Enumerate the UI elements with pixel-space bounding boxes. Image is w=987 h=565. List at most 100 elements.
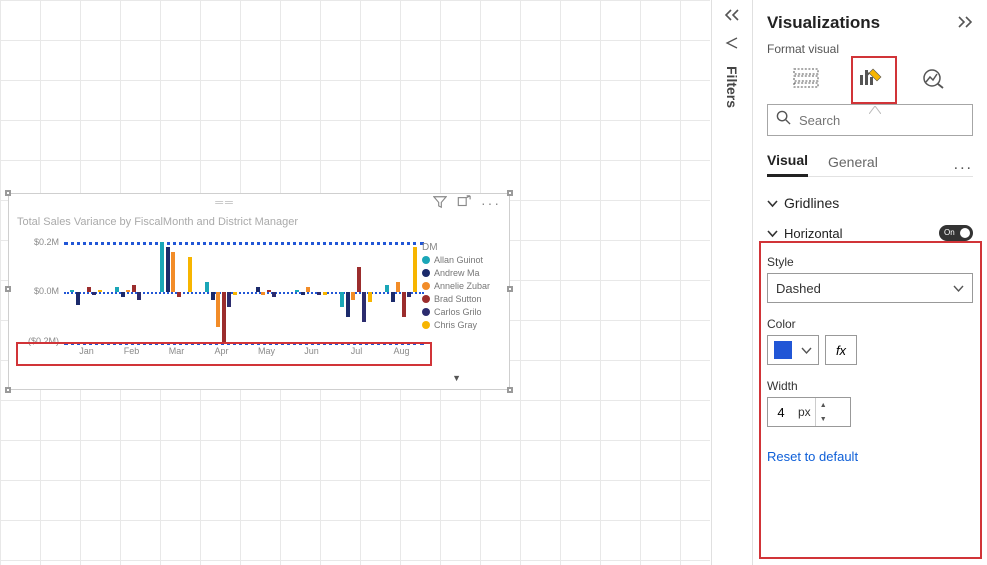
bar[interactable] <box>385 285 389 293</box>
legend-item[interactable]: Chris Gray <box>422 320 497 330</box>
filters-label[interactable]: Filters <box>724 66 740 108</box>
bar[interactable] <box>188 257 192 292</box>
legend-item[interactable]: Brad Sutton <box>422 294 497 304</box>
bar[interactable] <box>323 292 327 295</box>
bar[interactable] <box>267 290 271 293</box>
focus-mode-icon[interactable] <box>457 195 471 212</box>
bar[interactable] <box>76 292 80 305</box>
legend-swatch <box>422 269 430 277</box>
bar[interactable] <box>396 282 400 292</box>
y-tick-label: ($0.2M) <box>19 336 59 346</box>
tab-general[interactable]: General <box>828 154 878 176</box>
bar[interactable] <box>126 290 130 293</box>
bar[interactable] <box>306 287 310 292</box>
x-tick-label: Jun <box>289 346 334 356</box>
bar[interactable] <box>137 292 141 300</box>
bar[interactable] <box>368 292 372 302</box>
legend-item[interactable]: Allan Guinot <box>422 255 497 265</box>
x-tick-label: Apr <box>199 346 244 356</box>
width-spinner[interactable]: px ▲▼ <box>767 397 851 427</box>
bar[interactable] <box>177 292 181 297</box>
bar[interactable] <box>357 267 361 292</box>
format-visual-button[interactable] <box>856 66 884 90</box>
resize-handle[interactable] <box>507 286 513 292</box>
x-tick-label: May <box>244 346 289 356</box>
y-tick-label: $0.2M <box>19 237 59 247</box>
filter-icon[interactable] <box>433 195 447 212</box>
resize-handle[interactable] <box>5 286 11 292</box>
legend-label: Carlos Grilo <box>434 307 482 317</box>
section-header-horizontal[interactable]: Horizontal <box>767 226 843 241</box>
format-visual-subtitle: Format visual <box>767 42 973 56</box>
drag-grip-icon[interactable]: ══ <box>215 197 235 209</box>
bar[interactable] <box>160 242 164 292</box>
bar[interactable] <box>115 287 119 292</box>
bar[interactable] <box>233 292 237 295</box>
width-input[interactable] <box>768 405 794 420</box>
bar[interactable] <box>222 292 226 342</box>
spinner-down-icon[interactable]: ▼ <box>816 412 831 426</box>
bar[interactable] <box>402 292 406 317</box>
report-canvas[interactable]: ══ ··· Total Sales Variance by FiscalMon… <box>0 0 710 565</box>
analytics-button[interactable] <box>920 66 948 90</box>
spinner-up-icon[interactable]: ▲ <box>816 398 831 412</box>
legend-item[interactable]: Carlos Grilo <box>422 307 497 317</box>
bar[interactable] <box>227 292 231 307</box>
bar[interactable] <box>132 285 136 293</box>
more-options-icon[interactable]: ··· <box>481 195 501 212</box>
bookmark-icon[interactable] <box>712 30 752 58</box>
bar[interactable] <box>261 292 265 295</box>
build-visual-button[interactable] <box>792 66 820 90</box>
bar[interactable] <box>256 287 260 292</box>
bar[interactable] <box>362 292 366 322</box>
fx-button[interactable]: fx <box>825 335 857 365</box>
tab-visual[interactable]: Visual <box>767 152 808 177</box>
expand-pane-icon[interactable] <box>957 15 973 32</box>
bar[interactable] <box>346 292 350 317</box>
visual-tile[interactable]: ══ ··· Total Sales Variance by FiscalMon… <box>8 193 510 390</box>
bar[interactable] <box>340 292 344 307</box>
bar[interactable] <box>121 292 125 297</box>
bar[interactable] <box>301 292 305 295</box>
resize-handle[interactable] <box>507 190 513 196</box>
style-select[interactable]: Dashed <box>767 273 973 303</box>
bar[interactable] <box>272 292 276 297</box>
bar[interactable] <box>171 252 175 292</box>
bar[interactable] <box>98 290 102 293</box>
bar[interactable] <box>295 290 299 293</box>
legend-scroll-down-icon[interactable]: ▼ <box>452 373 461 383</box>
x-tick-label: Aug <box>379 346 424 356</box>
collapse-pane-icon[interactable] <box>712 0 752 30</box>
x-tick-label: Jul <box>334 346 379 356</box>
resize-handle[interactable] <box>5 190 11 196</box>
search-input[interactable] <box>799 113 964 128</box>
bar[interactable] <box>407 292 411 297</box>
visual-title: Total Sales Variance by FiscalMonth and … <box>9 212 509 228</box>
legend-item[interactable]: Andrew Ma <box>422 268 497 278</box>
horizontal-toggle[interactable]: On <box>939 225 973 241</box>
resize-handle[interactable] <box>5 387 11 393</box>
section-header-gridlines[interactable]: Gridlines <box>767 195 973 211</box>
legend-swatch <box>422 256 430 264</box>
bar[interactable] <box>317 292 321 295</box>
mode-switcher <box>767 56 973 96</box>
reset-to-default-link[interactable]: Reset to default <box>767 449 858 464</box>
bar[interactable] <box>211 292 215 300</box>
resize-handle[interactable] <box>507 387 513 393</box>
bar[interactable] <box>216 292 220 327</box>
spinner-arrows[interactable]: ▲▼ <box>815 398 831 426</box>
legend-swatch <box>422 321 430 329</box>
bar[interactable] <box>166 247 170 292</box>
width-label: Width <box>767 379 973 393</box>
color-picker[interactable] <box>767 335 819 365</box>
bar[interactable] <box>351 292 355 300</box>
bar[interactable] <box>413 247 417 292</box>
bar[interactable] <box>87 287 91 292</box>
more-options-icon[interactable]: ... <box>954 156 973 174</box>
legend-item[interactable]: Annelie Zubar <box>422 281 497 291</box>
bar[interactable] <box>391 292 395 302</box>
bar[interactable] <box>92 292 96 295</box>
bar[interactable] <box>70 290 74 293</box>
bar[interactable] <box>205 282 209 292</box>
visual-header: ══ ··· <box>9 194 509 212</box>
